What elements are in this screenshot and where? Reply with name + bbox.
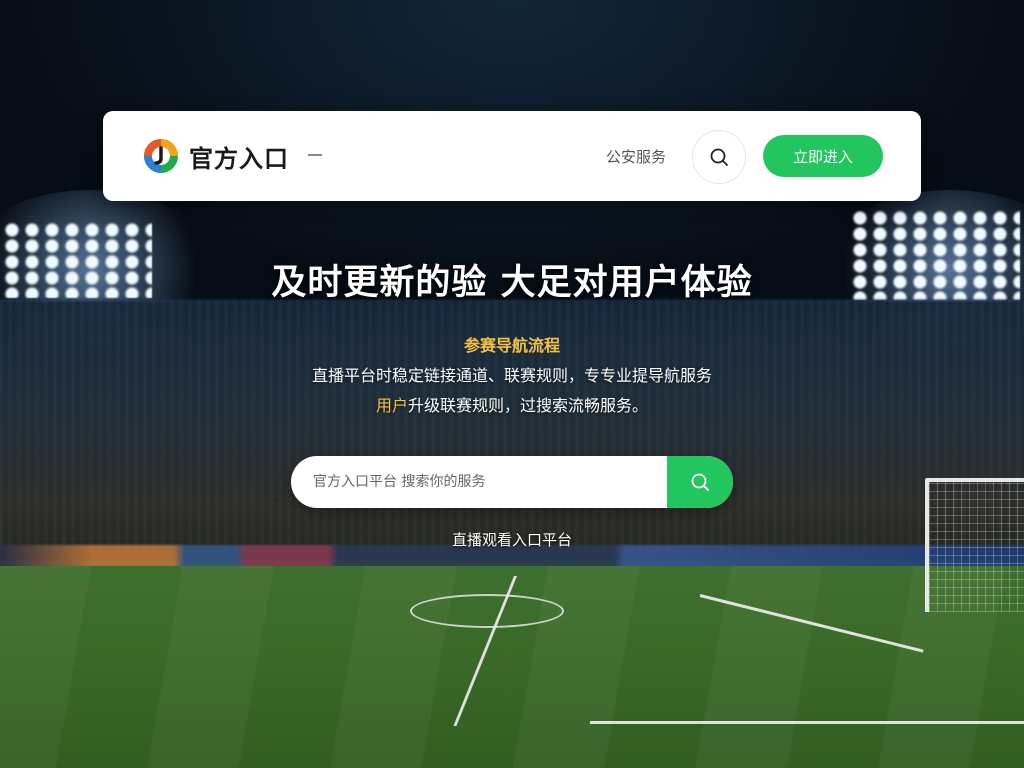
brand-name: 官方入口 (189, 145, 289, 173)
brand-divider (308, 154, 322, 156)
hero-subtitle: 参赛导航流程 (463, 336, 560, 355)
search-icon (691, 473, 709, 491)
search-icon (710, 148, 728, 166)
nav-link[interactable]: 公安服务 (606, 146, 666, 167)
football-pitch (0, 566, 1024, 768)
pitch-line (699, 594, 924, 653)
search-submit-button[interactable] (667, 456, 733, 508)
hero-description-line2: 用户升级联赛规则，过搜索流畅服务。 (0, 392, 1024, 416)
hero-description-highlight: 用户 (375, 396, 408, 415)
pitch-line (590, 721, 1024, 724)
hero-title: 及时更新的验 大足对用户体验 (271, 263, 753, 303)
search-input[interactable] (291, 456, 667, 508)
hero-description-rest: 升级联赛规则，过搜索流畅服务。 (408, 396, 649, 415)
hero-description-line1: 直播平台时稳定链接通道、联赛规则，专专业提导航服务 (311, 366, 712, 385)
enter-button[interactable]: 立即进入 (763, 135, 883, 177)
brand-logo-icon (144, 139, 178, 173)
center-circle-arc (410, 594, 564, 628)
hero-search-bar (291, 456, 733, 508)
header-search-button[interactable] (692, 130, 746, 184)
footer-note[interactable]: 直播观看入口平台 (0, 529, 1024, 550)
header-bar: 官方入口 公安服务 立即进入 (103, 111, 921, 201)
